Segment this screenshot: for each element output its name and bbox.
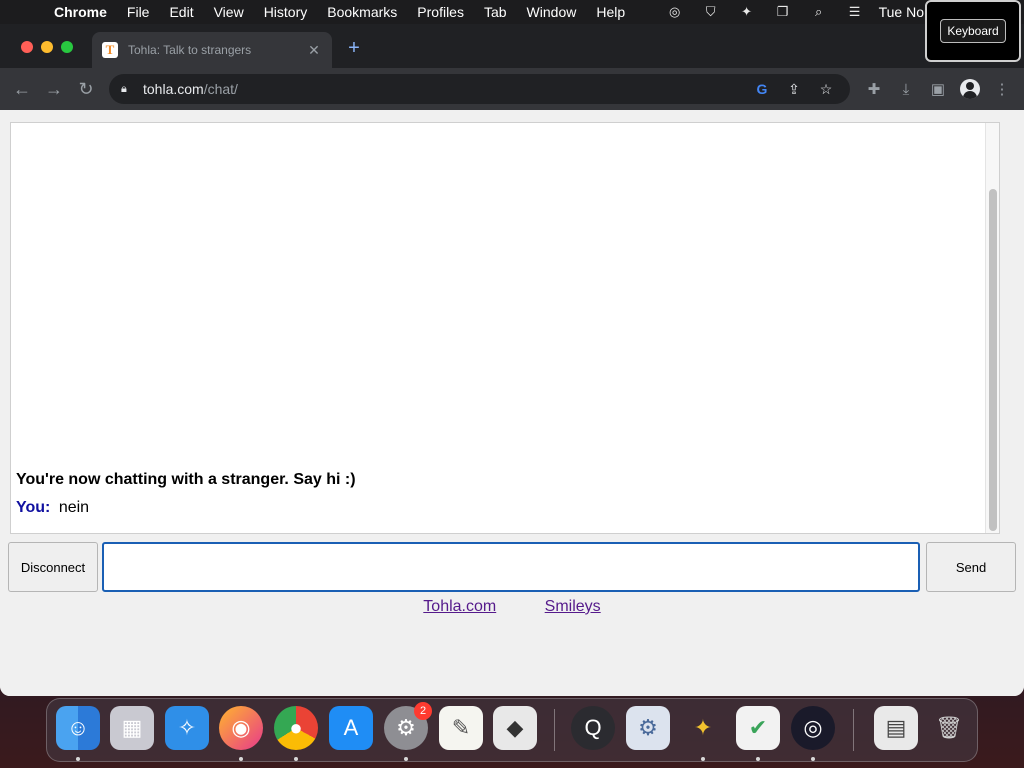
menu-clock[interactable]: Tue No (879, 4, 924, 20)
message-sender: You: (16, 499, 51, 516)
bee-icon[interactable]: ✦ (736, 4, 758, 20)
minimize-window-button[interactable] (41, 41, 53, 53)
menu-tab[interactable]: Tab (474, 4, 517, 20)
control-center-icon[interactable]: ☰ (844, 4, 866, 20)
tohla-favicon-icon: T (102, 42, 118, 58)
menu-help[interactable]: Help (586, 4, 635, 20)
brave-shield-icon[interactable]: ⛉ (700, 4, 722, 20)
bookmark-star-icon[interactable]: ☆ (810, 81, 842, 98)
close-window-button[interactable] (21, 41, 33, 53)
chrome-running-dot (294, 757, 298, 761)
send-button[interactable]: Send (926, 542, 1016, 592)
system-preferences-icon[interactable]: ⚙ 2 (384, 702, 432, 750)
message-input[interactable] (102, 542, 920, 592)
omnibox-actions: G ⇪ ☆ (746, 74, 842, 104)
finder-icon[interactable]: ☺ (56, 706, 100, 750)
obs-icon[interactable]: ◎ (664, 4, 686, 20)
extensions-icon[interactable]: ✚ (858, 73, 890, 105)
avatar-icon (960, 79, 980, 99)
browser-window: T Tohla: Talk to strangers ✕ + ← → ↻ 🔒︎ … (0, 24, 1024, 696)
textedit-icon[interactable]: ✎ (439, 706, 483, 750)
download-icon[interactable]: ⤓ (890, 73, 922, 105)
menu-bar: Chrome File Edit View History Bookmarks … (0, 0, 1024, 24)
chat-message: You: nein (16, 499, 89, 517)
system-preferences-running-dot (404, 757, 408, 761)
message-text: nein (58, 499, 90, 516)
lock-icon[interactable]: 🔒︎ (121, 83, 133, 96)
quicktime-icon[interactable]: Q (571, 706, 615, 750)
forward-arrow-icon[interactable]: → (38, 73, 70, 105)
obs-running-dot (811, 757, 815, 761)
menu-bookmarks[interactable]: Bookmarks (317, 4, 407, 20)
tab-title: Tohla: Talk to strangers (128, 43, 252, 57)
toolbar-right: ✚ ⤓ ▣ ⋮ (858, 73, 1018, 105)
firefox-running-dot (239, 757, 243, 761)
google-lens-icon[interactable]: G (746, 81, 778, 97)
notes-document-icon[interactable]: ▤ (874, 706, 918, 750)
tohla-home-link[interactable]: Tohla.com (423, 598, 496, 615)
zoom-window-button[interactable] (61, 41, 73, 53)
adguard-running-dot (756, 757, 760, 761)
launchpad-icon[interactable]: ▦ (110, 706, 154, 750)
smileys-link[interactable]: Smileys (545, 598, 601, 615)
adguard-icon[interactable]: ✔ (736, 706, 780, 750)
disconnect-button[interactable]: Disconnect (8, 542, 98, 592)
app-store-icon[interactable]: A (329, 706, 373, 750)
system-message: You're now chatting with a stranger. Say… (16, 471, 356, 488)
trash-icon[interactable]: 🗑︎ (927, 706, 971, 750)
notification-badge: 2 (414, 702, 432, 720)
new-tab-button[interactable]: + (344, 38, 364, 58)
menu-history[interactable]: History (254, 4, 318, 20)
chrome-icon[interactable]: ● (274, 706, 318, 750)
chat-page: You're now chatting with a stranger. Say… (0, 110, 1024, 696)
menu-edit[interactable]: Edit (159, 4, 203, 20)
url-path: /chat/ (203, 81, 238, 97)
screens-icon[interactable]: ❐ (772, 4, 794, 20)
settings-icon[interactable]: ⚙ (626, 706, 670, 750)
dock: ☺ ▦ ✧ ◉ ● A ⚙ 2 ✎ ◆ Q ⚙ ✦ ✔ ◎ ▤ 🗑︎ (46, 698, 978, 762)
roblox-icon[interactable]: ◆ (493, 706, 537, 750)
dock-separator (554, 709, 555, 751)
address-bar[interactable]: 🔒︎ tohla.com /chat/ G ⇪ ☆ (109, 74, 850, 104)
profile-avatar[interactable] (954, 73, 986, 105)
menu-app-name[interactable]: Chrome (44, 4, 117, 20)
menu-profiles[interactable]: Profiles (407, 4, 474, 20)
keyboard-overlay: Keyboard (925, 0, 1021, 62)
chat-scrollbar[interactable] (985, 123, 999, 533)
footer-links: Tohla.com Smileys (0, 598, 1024, 616)
bee-running-dot (701, 757, 705, 761)
finder-running-dot (76, 757, 80, 761)
scrollbar-thumb[interactable] (989, 189, 997, 531)
tab-tohla[interactable]: T Tohla: Talk to strangers ✕ (92, 32, 332, 68)
tab-close-icon[interactable]: ✕ (306, 42, 322, 59)
menu-file[interactable]: File (117, 4, 160, 20)
safari-icon[interactable]: ✧ (165, 706, 209, 750)
back-arrow-icon[interactable]: ← (6, 73, 38, 105)
obs-app-icon[interactable]: ◎ (791, 706, 835, 750)
bee-app-icon[interactable]: ✦ (681, 706, 725, 750)
reload-icon[interactable]: ↻ (70, 73, 102, 105)
firefox-icon[interactable]: ◉ (219, 706, 263, 750)
tab-strip: T Tohla: Talk to strangers ✕ + (0, 24, 1024, 68)
browser-toolbar: ← → ↻ 🔒︎ tohla.com /chat/ G ⇪ ☆ ✚ ⤓ ▣ ⋮ (0, 68, 1024, 110)
dock-separator-2 (853, 709, 854, 751)
side-panel-icon[interactable]: ▣ (922, 73, 954, 105)
spotlight-search-icon[interactable]: ⌕ (808, 4, 830, 20)
keyboard-overlay-label: Keyboard (940, 19, 1006, 43)
menu-window[interactable]: Window (517, 4, 587, 20)
menu-view[interactable]: View (204, 4, 254, 20)
chat-log: You're now chatting with a stranger. Say… (10, 122, 1000, 534)
url-host: tohla.com (143, 81, 204, 97)
share-icon[interactable]: ⇪ (778, 81, 810, 98)
more-menu-icon[interactable]: ⋮ (986, 73, 1018, 105)
